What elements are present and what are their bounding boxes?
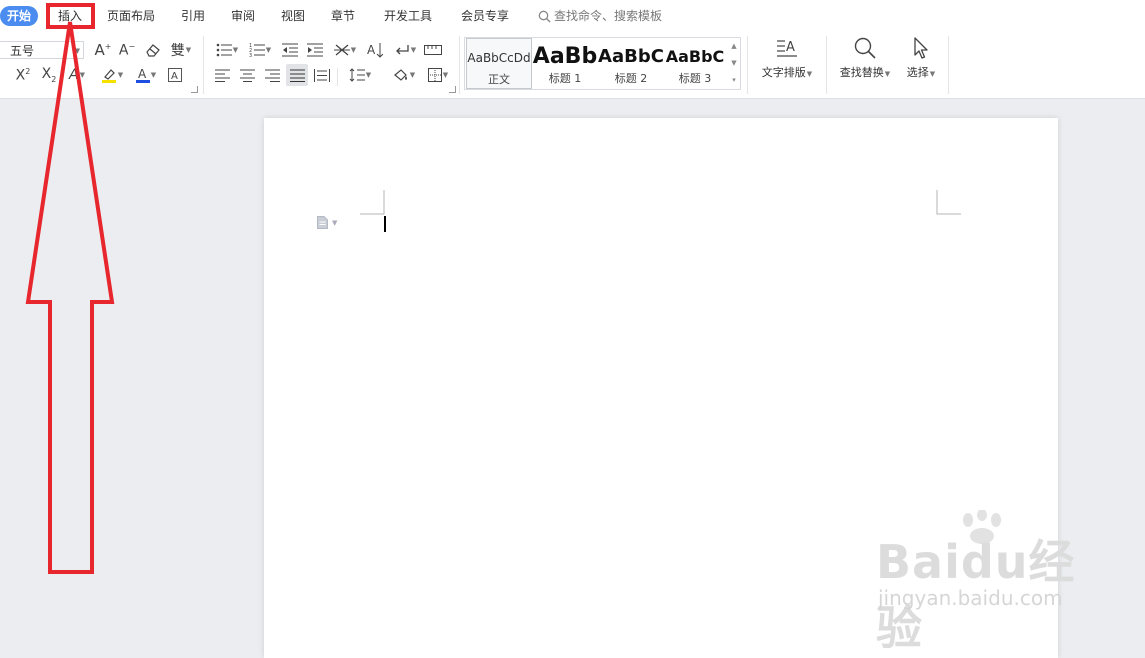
watermark-url: jingyan.baidu.com bbox=[878, 586, 1063, 610]
watermark: Baidu经验 jingyan.baidu.com bbox=[876, 508, 1106, 655]
